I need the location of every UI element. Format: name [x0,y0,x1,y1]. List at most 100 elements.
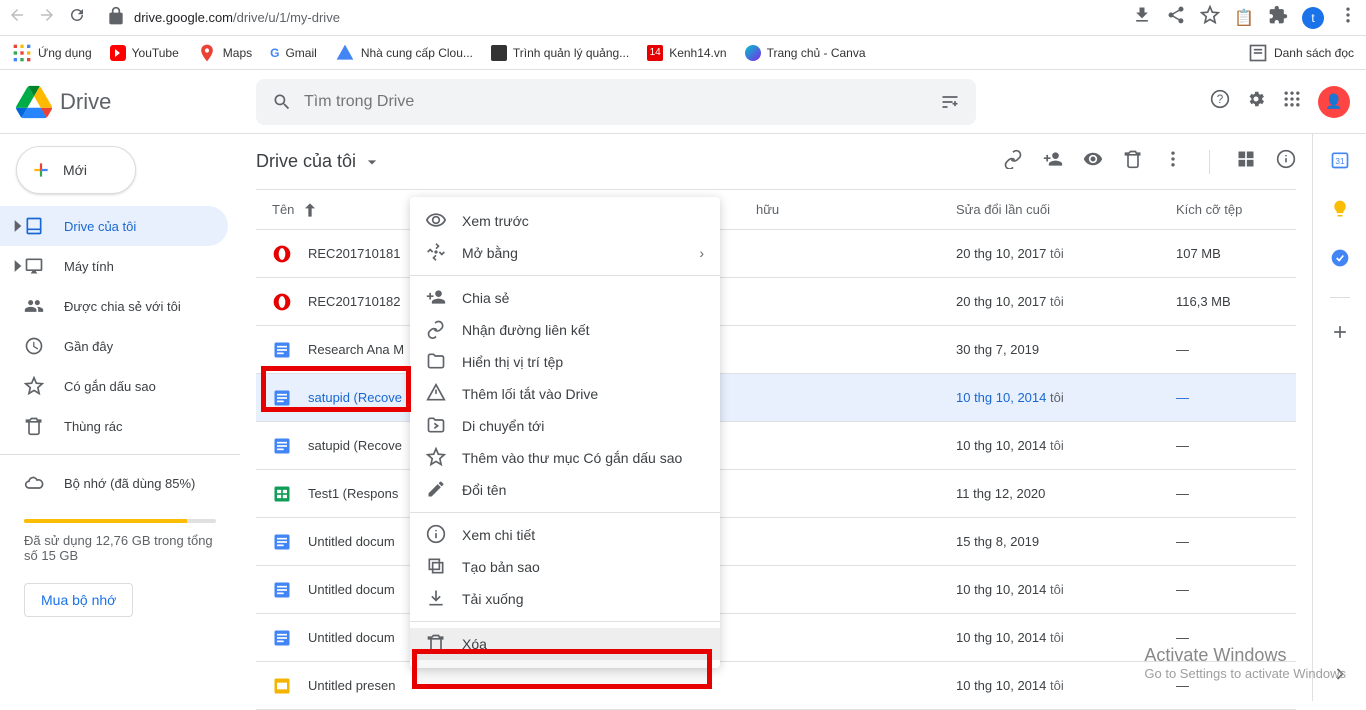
sidebar-item-shared[interactable]: Được chia sẻ với tôi [0,286,228,326]
file-modified: 30 thg 7, 2019 [956,342,1176,357]
address-bar[interactable]: drive.google.com/drive/u/1/my-drive [106,6,1112,29]
sidebar-item-recent[interactable]: Gần đây [0,326,228,366]
link-icon [426,319,446,342]
delete-icon[interactable] [1123,149,1143,174]
context-menu-item[interactable]: Hiển thị vị trí tệp [410,346,720,378]
new-button[interactable]: Mới [16,146,136,194]
context-menu-item[interactable]: Thêm lối tắt vào Drive [410,378,720,410]
keep-icon[interactable] [1330,199,1350,224]
context-menu-label: Xem chi tiết [462,527,535,543]
context-menu-label: Thêm lối tắt vào Drive [462,386,598,402]
context-menu-item[interactable]: Thêm vào thư mục Có gắn dấu sao [410,442,720,474]
more-icon[interactable] [1163,149,1183,174]
context-menu-label: Nhận đường liên kết [462,322,590,338]
context-menu-label: Tạo bản sao [462,559,540,575]
context-menu-label: Di chuyển tới [462,418,544,434]
context-menu-label: Chia sẻ [462,290,509,306]
file-modified: 11 thg 12, 2020 [956,486,1176,501]
puzzle-icon[interactable] [1268,5,1288,30]
sort-asc-icon[interactable] [300,200,320,220]
calendar-icon[interactable]: 31 [1330,150,1350,175]
file-size: 116,3 MB [1176,294,1296,309]
svg-text:?: ? [1217,93,1224,106]
column-name[interactable]: Tên [272,202,294,217]
context-menu-item[interactable]: Nhận đường liên kết [410,314,720,346]
bookmark-item[interactable]: Trang chủ - Canva [745,45,866,61]
column-owner[interactable]: hữu [756,202,956,217]
search-input[interactable] [304,93,928,111]
context-menu-item[interactable]: Tải xuống [410,583,720,615]
context-menu-label: Đổi tên [462,482,506,498]
sidebar-item-storage[interactable]: Bộ nhớ (đã dùng 85%) [0,463,228,503]
sidebar-label: Thùng rác [64,419,123,434]
context-menu-item[interactable]: Chia sẻ [410,282,720,314]
extension-icon[interactable]: 📋 [1234,8,1254,28]
context-menu-item[interactable]: Di chuyển tới [410,410,720,442]
app-title: Drive [60,89,111,115]
file-name: Research Ana M [308,342,404,357]
context-menu-item[interactable]: Tạo bản sao [410,551,720,583]
account-avatar[interactable]: 👤 [1318,86,1350,118]
context-menu-item[interactable]: Xóa [410,628,720,660]
chevron-right-icon [8,216,28,236]
bookmark-star-icon[interactable] [1200,5,1220,30]
column-modified[interactable]: Sửa đổi lần cuối [956,202,1176,217]
search-box[interactable] [256,79,976,125]
sidebar-item-starred[interactable]: Có gắn dấu sao [0,366,228,406]
browser-menu-icon[interactable] [1338,5,1358,30]
context-menu-label: Tải xuống [462,591,523,607]
context-menu-item[interactable]: Đổi tên [410,474,720,506]
file-size: — [1176,390,1296,405]
preview-icon[interactable] [1083,149,1103,174]
star-icon [24,376,44,396]
reload-button[interactable] [68,6,86,29]
breadcrumb[interactable]: Drive của tôi [256,151,382,172]
profile-avatar[interactable]: t [1302,7,1324,29]
settings-icon[interactable] [1246,89,1266,114]
bookmark-item[interactable]: GGmail [270,46,317,60]
back-button[interactable] [8,6,26,29]
sidebar-label: Máy tính [64,259,114,274]
file-row[interactable]: Untitled presen 10 thg 10, 2014 tôi — [256,662,1296,710]
side-panel: 31 [1312,134,1366,701]
column-size[interactable]: Kích cỡ tệp [1176,202,1296,217]
file-name: satupid (Recove [308,390,402,405]
move-icon [426,415,446,438]
install-icon[interactable] [1132,5,1152,30]
add-addon-icon[interactable] [1330,322,1350,347]
help-icon[interactable]: ? [1210,89,1230,114]
bookmark-item[interactable]: Maps [197,43,252,63]
person-add-icon[interactable] [1043,149,1063,174]
reading-list[interactable]: Danh sách đọc [1248,43,1354,63]
bookmark-item[interactable]: 14Kenh14.vn [647,45,726,61]
bookmark-item[interactable]: Ứng dụng [12,43,92,63]
file-name: REC201710181 [308,246,401,261]
sidebar-item-mydrive[interactable]: Drive của tôi [0,206,228,246]
rename-icon [426,479,446,502]
sidebar-item-computers[interactable]: Máy tính [0,246,228,286]
bookmark-item[interactable]: YouTube [110,45,179,61]
search-options-icon[interactable] [940,92,960,112]
bookmark-item[interactable]: Trình quản lý quảng... [491,45,629,61]
file-name: Untitled docum [308,534,395,549]
file-modified: 10 thg 10, 2014 tôi [956,390,1176,405]
context-menu-item[interactable]: Xem chi tiết [410,519,720,551]
info-icon[interactable] [1276,149,1296,174]
file-name: satupid (Recove [308,438,402,453]
sidebar-item-trash[interactable]: Thùng rác [0,406,228,446]
apps-icon[interactable] [1282,89,1302,114]
clock-icon [24,336,44,356]
file-modified: 20 thg 10, 2017 tôi [956,294,1176,309]
buy-storage-button[interactable]: Mua bộ nhớ [24,583,133,617]
link-icon[interactable] [1003,149,1023,174]
forward-button[interactable] [38,6,56,29]
eye-icon [426,210,446,233]
bookmark-item[interactable]: Nhà cung cấp Clou... [335,43,473,63]
share-icon[interactable] [1166,5,1186,30]
context-menu-item[interactable]: Mở bằng› [410,237,720,269]
grid-view-icon[interactable] [1236,149,1256,174]
tasks-icon[interactable] [1330,248,1350,273]
context-menu-item[interactable]: Xem trước [410,205,720,237]
drive-logo[interactable]: Drive [16,84,256,120]
file-size: — [1176,630,1296,645]
